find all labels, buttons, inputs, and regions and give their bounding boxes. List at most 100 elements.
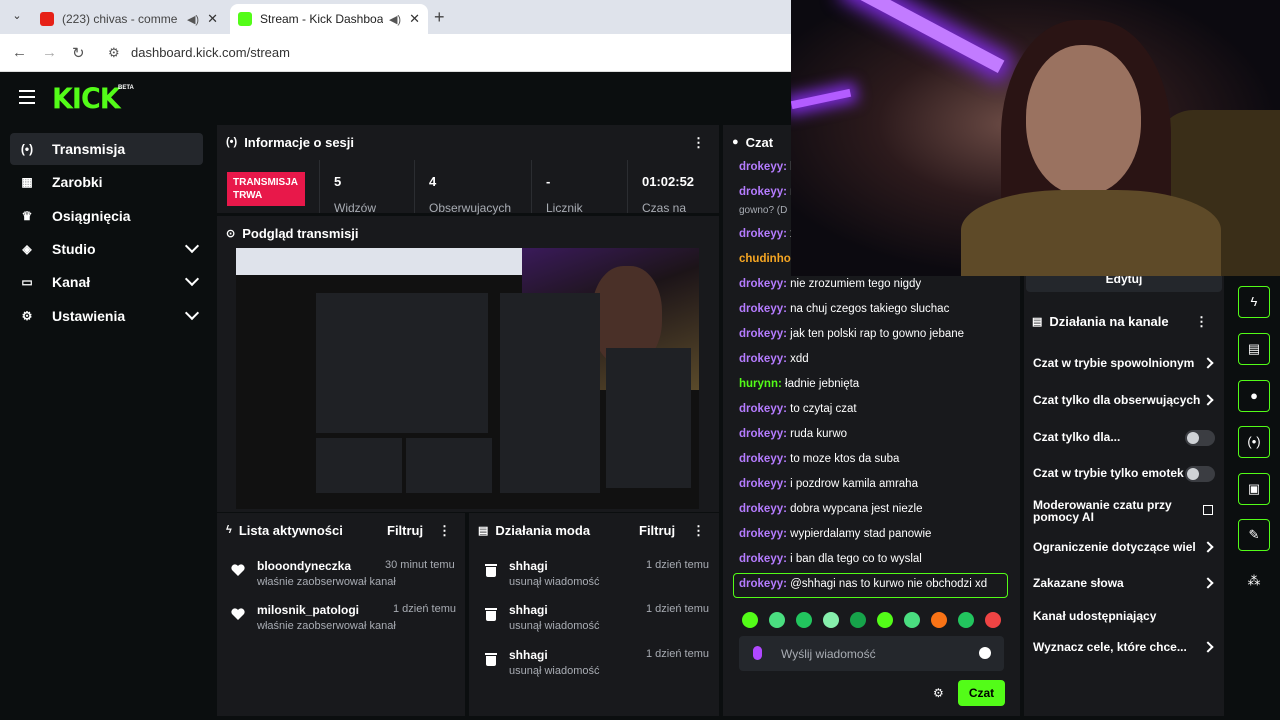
speaker-icon[interactable]: ◀) — [187, 13, 199, 26]
chat-settings-gear-icon[interactable]: ⚙ — [933, 686, 944, 700]
speaker-icon[interactable]: ◀) — [389, 13, 401, 26]
chat-username[interactable]: drokeyy: — [739, 553, 787, 565]
tab-search-chevron-icon[interactable]: ⌄ — [8, 9, 26, 25]
more-options-icon[interactable]: ⋮ — [438, 523, 451, 539]
toggle-switch[interactable] — [1185, 430, 1215, 446]
channel-action-item[interactable]: Czat w trybie spowolnionym — [1033, 356, 1194, 370]
chat-text: wypierdalamy stad panowie — [786, 528, 932, 540]
chat-username[interactable]: drokeyy: — [739, 278, 787, 290]
chat-username[interactable]: drokeyy: — [739, 428, 787, 440]
chat-text: to moze ktos da suba — [786, 453, 900, 465]
channel-action-item[interactable]: Zakazane słowa — [1033, 576, 1124, 590]
url-field[interactable]: dashboard.kick.com/stream — [131, 45, 290, 60]
emote-icon[interactable] — [931, 612, 947, 628]
back-arrow-icon[interactable]: ← — [12, 44, 27, 61]
channel-action-item[interactable]: Czat tylko dla... — [1033, 430, 1120, 444]
chat-bubble-icon[interactable]: ● — [1238, 380, 1270, 412]
preview-actions-image — [606, 348, 691, 488]
mod-filter-button[interactable]: Filtruj — [639, 523, 675, 538]
more-options-icon[interactable]: ⋮ — [1195, 314, 1208, 330]
chat-username[interactable]: drokeyy: — [739, 353, 787, 365]
emote-icon[interactable] — [877, 612, 893, 628]
chat-username[interactable]: drokeyy: — [739, 228, 787, 240]
bolt-icon[interactable]: ϟ — [1238, 286, 1270, 318]
chat-input-placeholder: Wyślij wiadomość — [781, 647, 876, 661]
sidebar-item-kanal[interactable]: ▭ Kanał — [10, 266, 203, 298]
sidebar-item-osiagniecia[interactable]: ♛ Osiągnięcia — [10, 200, 203, 232]
broadcast-icon[interactable]: (•) — [1238, 426, 1270, 458]
mic-icon[interactable] — [753, 646, 762, 660]
chat-username[interactable]: chudinho: — [739, 253, 795, 265]
close-tab-icon[interactable]: ✕ — [207, 11, 218, 27]
stream-preview-video[interactable] — [236, 248, 699, 509]
stat-label: Licznik — [546, 201, 583, 215]
channel-action-item[interactable]: Ograniczenie dotyczące wiel — [1033, 540, 1195, 554]
chat-text: i ban dla tego co to wyslal — [786, 553, 922, 565]
chat-username[interactable]: drokeyy: — [739, 503, 787, 515]
mod-actions-header: ▤ Działania moda Filtruj ⋮ — [469, 513, 719, 547]
mod-user[interactable]: shhagi — [509, 648, 548, 662]
camera-icon[interactable]: ▣ — [1238, 473, 1270, 505]
toggle-switch[interactable] — [1185, 466, 1215, 482]
chat-username[interactable]: drokeyy: — [739, 303, 787, 315]
mod-user[interactable]: shhagi — [509, 559, 548, 573]
chat-message: drokeyy: to moze ktos da suba — [739, 453, 899, 465]
wrench-icon[interactable]: ✎ — [1238, 519, 1270, 551]
chat-input[interactable]: Wyślij wiadomość — [739, 636, 1004, 671]
channel-action-item[interactable]: Moderowanie czatu przy pomocy AI — [1033, 499, 1193, 523]
external-link-icon[interactable] — [1203, 505, 1213, 515]
sidebar-item-ustawienia[interactable]: ⚙ Ustawienia — [10, 300, 203, 332]
hamburger-menu-icon[interactable] — [19, 90, 35, 104]
nodes-icon[interactable]: ⁂ — [1238, 566, 1270, 598]
new-tab-plus-icon[interactable]: + — [434, 7, 445, 28]
emote-icon[interactable] — [985, 612, 1001, 628]
browser-tab-kick[interactable]: Stream - Kick Dashboard ◀) ✕ — [230, 4, 428, 34]
kick-logo[interactable]: KICK — [52, 83, 121, 116]
activity-user[interactable]: blooondyneczka — [257, 559, 351, 573]
emote-icon[interactable] — [769, 612, 785, 628]
emote-icon[interactable] — [742, 612, 758, 628]
emote-icon[interactable] — [796, 612, 812, 628]
chat-username[interactable]: drokeyy: — [739, 528, 787, 540]
chat-username[interactable]: drokeyy: — [739, 328, 787, 340]
more-options-icon[interactable]: ⋮ — [692, 523, 705, 539]
chat-username[interactable]: drokeyy: — [739, 403, 787, 415]
activity-filter-button[interactable]: Filtruj — [387, 523, 423, 538]
activity-user[interactable]: milosnik_patologi — [257, 603, 359, 617]
mod-user[interactable]: shhagi — [509, 603, 548, 617]
chat-username[interactable]: drokeyy: — [739, 186, 787, 198]
channel-action-item[interactable]: Kanał udostępniający — [1033, 609, 1156, 623]
sidebar-item-studio[interactable]: ◈ Studio — [10, 233, 203, 265]
sidebar-item-transmisja[interactable]: (•) Transmisja — [10, 133, 203, 165]
send-chat-button[interactable]: Czat — [958, 680, 1005, 706]
emote-icon[interactable] — [850, 612, 866, 628]
preview-icon: ⊙ — [226, 227, 236, 240]
chat-message: gowno? (D — [739, 204, 787, 216]
channel-action-item[interactable]: Czat tylko dla obserwujących — [1033, 393, 1200, 407]
sidebar-item-zarobki[interactable]: ▦ Zarobki — [10, 166, 203, 198]
webcam-overlay-image — [791, 0, 1280, 276]
emote-icon[interactable] — [904, 612, 920, 628]
emote-icon[interactable] — [958, 612, 974, 628]
preview-activity-image — [316, 438, 402, 493]
channel-action-item[interactable]: Wyznacz cele, które chce... — [1033, 640, 1187, 654]
browser-tab-youtube[interactable]: (223) chivas - comme des g ◀) ✕ — [32, 4, 226, 34]
chat-username[interactable]: hurynn: — [739, 378, 782, 390]
trash-icon — [485, 563, 497, 577]
reload-icon[interactable]: ↻ — [72, 44, 85, 62]
site-info-icon[interactable]: ⚙ — [108, 45, 120, 61]
activity-time: 30 minut temu — [385, 559, 455, 571]
close-tab-icon[interactable]: ✕ — [409, 11, 420, 27]
tab-title: (223) chivas - comme des g — [62, 12, 181, 26]
chat-username[interactable]: drokeyy: — [739, 478, 787, 490]
emoji-icon[interactable] — [979, 647, 991, 659]
channel-action-item[interactable]: Czat w trybie tylko emotek — [1033, 466, 1184, 480]
chat-username[interactable]: drokeyy: — [739, 453, 787, 465]
forward-arrow-icon[interactable]: → — [42, 44, 57, 61]
chat-title: Czat — [745, 134, 774, 150]
emote-icon[interactable] — [823, 612, 839, 628]
more-options-icon[interactable]: ⋮ — [692, 135, 705, 151]
activity-desc: właśnie zaobserwował kanał — [257, 620, 396, 632]
chat-username[interactable]: drokeyy: — [739, 161, 787, 173]
notes-icon[interactable]: ▤ — [1238, 333, 1270, 365]
